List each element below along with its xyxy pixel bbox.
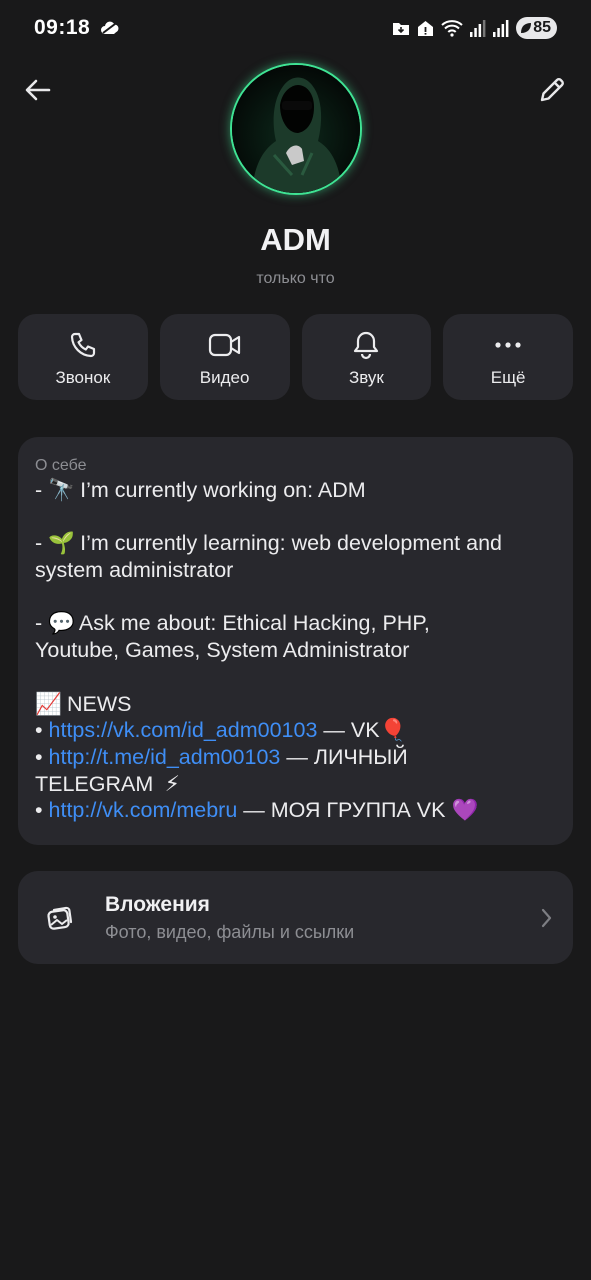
about-text-segment: I’m currently working on: ADM — [74, 478, 366, 502]
about-text-segment: TELEGRAM — [35, 771, 154, 796]
signal-icon-2 — [493, 20, 509, 37]
attachments-subtitle: Фото, видео, файлы и ссылки — [105, 922, 355, 942]
profile-last-seen: только что — [256, 270, 335, 287]
about-line: Youtube, Games, System Administrator — [35, 638, 410, 663]
video-camera-icon — [208, 333, 240, 357]
about-text: - 🔭 I’m currently working on: ADM - 🌱 I’… — [35, 477, 556, 824]
battery-level: 85 — [533, 19, 551, 36]
edit-button[interactable] — [536, 74, 568, 106]
seedling-emoji: 🌱 — [48, 531, 75, 556]
telegram-link[interactable]: http://t.me/id_adm00103 — [49, 745, 281, 769]
status-icons: 85 — [392, 16, 557, 40]
about-text-segment: — МОЯ ГРУППА VK — [237, 798, 446, 823]
about-line: - 💬 Ask me about: Ethical Hacking, PHP, — [35, 610, 556, 637]
lightning-emoji: ⚡ — [164, 771, 180, 796]
download-folder-icon — [393, 23, 410, 35]
chevron-right-icon — [541, 908, 552, 928]
avatar[interactable] — [230, 63, 362, 195]
call-button-label: Звонок — [55, 368, 111, 387]
purple-heart-emoji: 💜 — [451, 798, 479, 823]
more-icon — [495, 342, 521, 348]
about-text-segment: NEWS — [61, 691, 132, 716]
about-text-segment: — VK — [317, 718, 380, 743]
more-button[interactable]: Ещё — [443, 314, 573, 400]
attachments-row[interactable]: Вложения Фото, видео, файлы и ссылки — [18, 871, 573, 964]
phone-icon — [70, 332, 95, 358]
cloud-icon — [101, 21, 119, 34]
back-button[interactable] — [22, 74, 54, 106]
pencil-icon — [540, 78, 564, 102]
about-text-segment: - — [35, 531, 49, 556]
battery-indicator: 85 — [516, 17, 557, 39]
about-title: О себе — [35, 457, 87, 474]
about-line: system administrator — [35, 558, 234, 583]
profile-name: ADM — [260, 222, 331, 257]
about-text-segment: Ask me about: Ethical Hacking, PHP, — [74, 611, 430, 636]
video-button[interactable]: Видео — [159, 314, 290, 400]
hooded-figure-image — [232, 65, 360, 193]
about-text-segment: - — [35, 611, 49, 636]
wifi-icon — [441, 20, 463, 37]
sound-button[interactable]: Звук — [301, 314, 432, 400]
about-line: 📈 NEWS — [35, 691, 556, 718]
about-text-segment: - — [35, 478, 49, 502]
bell-icon — [354, 331, 379, 360]
more-button-label: Ещё — [490, 368, 526, 387]
home-alert-icon — [418, 20, 434, 36]
video-button-label: Видео — [199, 368, 250, 387]
telescope-emoji: 🔭 — [48, 478, 75, 502]
status-bar: 09:18 85 — [0, 0, 591, 56]
balloon-emoji: 🎈 — [379, 718, 407, 743]
arrow-left-icon — [25, 79, 51, 101]
bullet: • — [35, 718, 49, 743]
bullet: • — [35, 744, 49, 769]
about-card: О себе - 🔭 I’m currently working on: ADM… — [18, 437, 573, 845]
speech-bubble-emoji: 💬 — [48, 611, 75, 636]
about-text-segment: — ЛИЧНЫЙ — [280, 744, 408, 769]
gallery-icon — [47, 906, 73, 930]
bullet: • — [35, 798, 49, 823]
signal-icon — [470, 20, 486, 37]
attachments-title: Вложения — [105, 893, 210, 916]
leaf-icon — [521, 23, 532, 33]
about-line: • https://vk.com/id_adm00103 — VK🎈 — [35, 717, 556, 744]
chart-emoji: 📈 — [35, 691, 62, 716]
about-line: - 🔭 I’m currently working on: ADM — [35, 477, 556, 504]
about-line: - 🌱 I’m currently learning: web developm… — [35, 530, 556, 557]
call-button[interactable]: Звонок — [18, 314, 148, 400]
about-line: • http://t.me/id_adm00103 — ЛИЧНЫЙ — [35, 744, 556, 771]
about-line: • http://vk.com/mebru — МОЯ ГРУППА VK 💜 — [35, 797, 556, 824]
vk-group-link[interactable]: http://vk.com/mebru — [49, 798, 238, 822]
about-line: TELEGRAM ⚡ — [35, 771, 556, 798]
vk-profile-link[interactable]: https://vk.com/id_adm00103 — [49, 718, 318, 742]
about-text-segment: I’m currently learning: web development … — [74, 531, 502, 556]
status-time: 09:18 — [34, 16, 91, 39]
sound-button-label: Звук — [348, 368, 384, 387]
action-buttons: Звонок Видео Звук Ещё — [18, 314, 573, 400]
